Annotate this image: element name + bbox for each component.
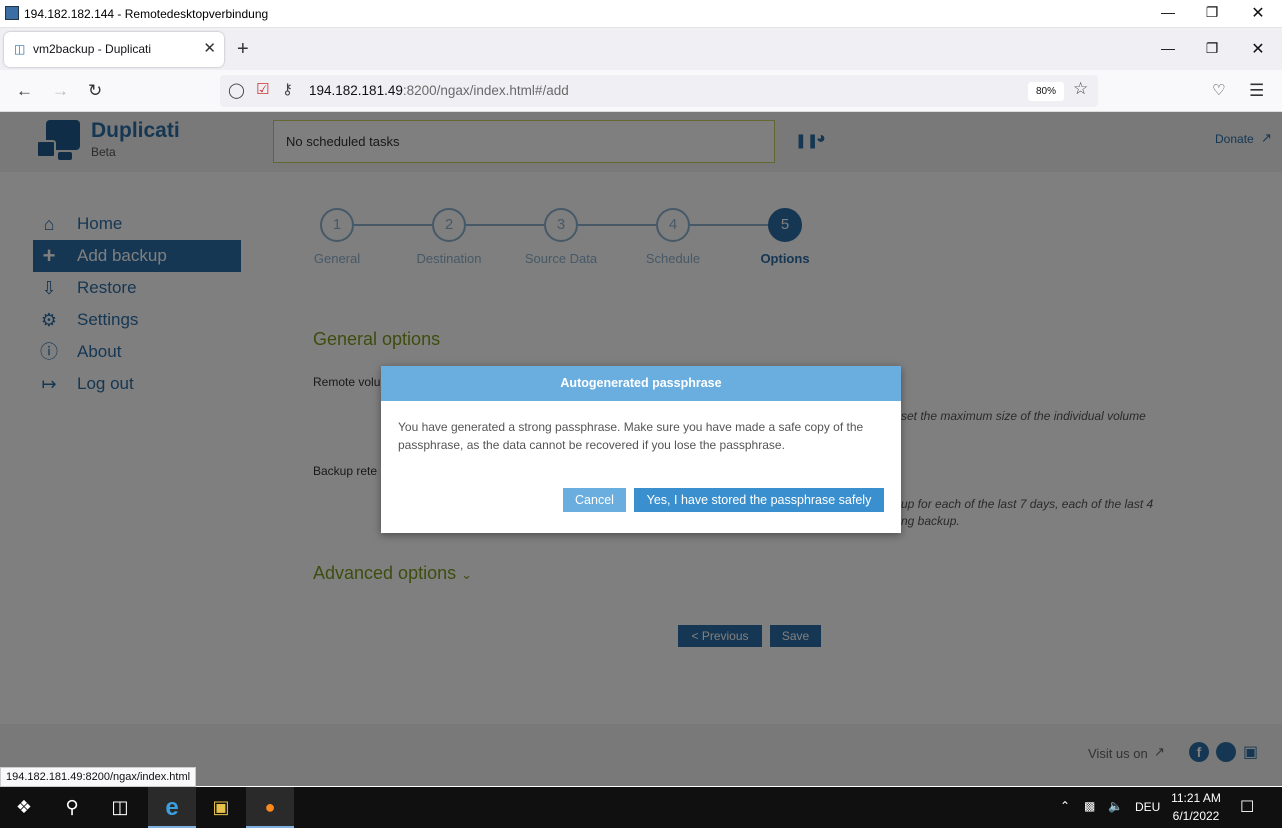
network-icon[interactable]: ▩ — [1084, 799, 1095, 813]
confirm-stored-button[interactable]: Yes, I have stored the passphrase safely — [634, 488, 884, 512]
rdp-minimize-button[interactable]: — — [1145, 4, 1191, 20]
url-bar[interactable]: ◯ ☑ ⚷ 194.182.181.49:8200/ngax/index.htm… — [220, 75, 1098, 107]
passphrase-dialog: Autogenerated passphrase You have genera… — [381, 366, 901, 533]
tab-title: vm2backup - Duplicati — [33, 42, 152, 56]
url-text[interactable]: 194.182.181.49:8200/ngax/index.html#/add — [309, 83, 569, 98]
rdp-close-button[interactable]: ✕ — [1235, 3, 1281, 23]
internet-explorer-icon[interactable]: e — [148, 787, 196, 828]
file-explorer-icon[interactable]: ▣ — [197, 787, 245, 828]
forward-icon[interactable]: → — [52, 81, 69, 101]
insecure-lock-icon[interactable]: ☑ — [256, 80, 269, 98]
clock-time[interactable]: 11:21 AM — [1170, 791, 1222, 805]
reload-icon[interactable]: ↻ — [88, 81, 102, 101]
dialog-title: Autogenerated passphrase — [381, 366, 901, 401]
rdp-title: 194.182.182.144 - Remotedesktopverbindun… — [24, 7, 269, 21]
new-tab-button[interactable]: + — [237, 38, 249, 61]
browser-tab[interactable]: ◫ vm2backup - Duplicati ✕ — [4, 32, 224, 67]
start-button[interactable]: ❖ — [0, 787, 48, 828]
zoom-level[interactable]: 80% — [1028, 82, 1064, 101]
browser-restore-button[interactable]: ❐ — [1189, 40, 1235, 57]
tab-close-icon[interactable]: ✕ — [203, 39, 216, 57]
link-status-url: 194.182.181.49:8200/ngax/index.html — [0, 767, 197, 787]
language-indicator[interactable]: DEU — [1135, 800, 1160, 814]
duplicati-favicon-icon: ◫ — [14, 42, 26, 56]
firefox-icon[interactable]: ● — [246, 787, 294, 828]
clock-date[interactable]: 6/1/2022 — [1170, 809, 1222, 823]
browser-nav-bar: ← → ↻ ◯ ☑ ⚷ 194.182.181.49:8200/ngax/ind… — [0, 70, 1282, 112]
rdp-title-bar: 194.182.182.144 - Remotedesktopverbindun… — [0, 0, 1282, 28]
task-view-icon[interactable]: ◫ — [96, 787, 144, 828]
notification-icon[interactable]: ☐ — [1240, 797, 1254, 817]
tray-chevron-up-icon[interactable]: ⌃ — [1060, 799, 1070, 813]
shield-icon[interactable]: ◯ — [228, 81, 245, 99]
speaker-muted-icon[interactable]: 🔈 — [1108, 799, 1123, 813]
key-icon[interactable]: ⚷ — [282, 80, 293, 98]
bookmark-star-icon[interactable]: ☆ — [1073, 79, 1088, 99]
menu-icon[interactable]: ☰ — [1249, 81, 1264, 101]
browser-minimize-button[interactable]: — — [1145, 40, 1191, 56]
browser-tab-bar: ◫ vm2backup - Duplicati ✕ + — ❐ ✕ — [0, 28, 1282, 70]
rdp-restore-button[interactable]: ❐ — [1189, 4, 1235, 21]
windows-taskbar: ❖ ⚲ ◫ e ▣ ● ⌃ ▩ 🔈 DEU 11:21 AM 6/1/2022 … — [0, 787, 1282, 828]
cancel-button[interactable]: Cancel — [563, 488, 626, 512]
dialog-message: You have generated a strong passphrase. … — [398, 420, 864, 452]
search-icon[interactable]: ⚲ — [48, 787, 96, 828]
browser-close-button[interactable]: ✕ — [1235, 39, 1281, 59]
rdp-icon — [5, 6, 19, 20]
back-icon[interactable]: ← — [16, 81, 33, 101]
pocket-icon[interactable]: ♡ — [1212, 81, 1225, 99]
